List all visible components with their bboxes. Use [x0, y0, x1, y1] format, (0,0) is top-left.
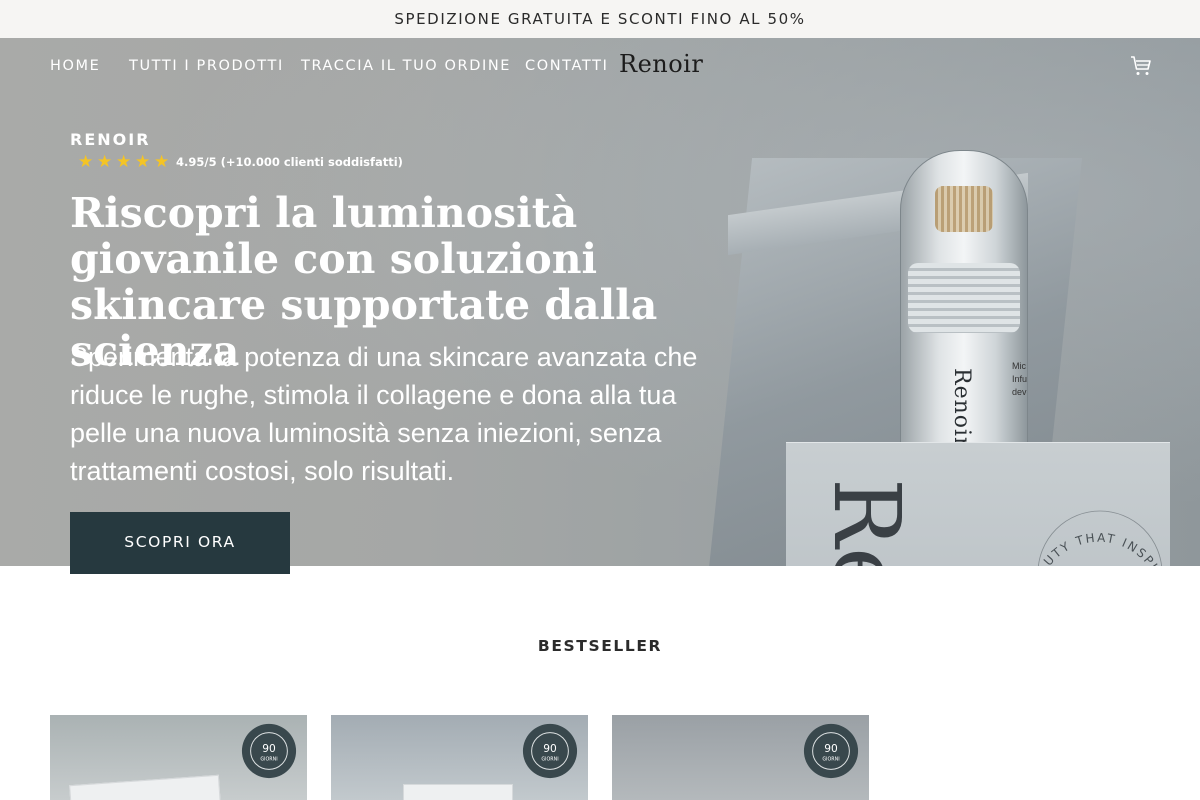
cube-brand-mark: Re	[813, 478, 920, 566]
star-icon: ★	[154, 152, 170, 171]
badge-number: 90	[543, 742, 557, 755]
badge-number: 90	[824, 742, 838, 755]
guarantee-badge-icon: 90 GIORNI	[803, 723, 859, 779]
product-image	[403, 784, 513, 800]
guarantee-badge-icon: 90 GIORNI	[522, 723, 578, 779]
discover-now-button[interactable]: SCOPRI ORA	[70, 512, 290, 574]
svg-text:ST. BEAUTY THAT INSPIRES.: ST. BEAUTY THAT INSPIRES.	[1020, 493, 1170, 566]
seal-text: ST. BEAUTY THAT INSPIRES.	[1020, 493, 1168, 566]
rating-text: 4.95/5 (+10.000 clienti soddisfatti)	[176, 155, 403, 169]
cart-icon[interactable]	[1129, 54, 1153, 78]
bestseller-title: BESTSELLER	[537, 637, 663, 655]
nav-track-order[interactable]: TRACCIA IL TUO ORDINE	[301, 58, 511, 74]
badge-word: GIORNI	[260, 757, 277, 763]
nav-contacts[interactable]: CONTATTI	[525, 58, 608, 74]
badge-word: GIORNI	[541, 757, 558, 763]
bottle-brand-label: Renoir	[949, 368, 974, 449]
star-icon: ★	[135, 152, 151, 171]
hero-brand: RENOIR	[70, 130, 151, 149]
nav-home[interactable]: HOME	[50, 58, 100, 74]
product-card[interactable]: 90 GIORNI	[50, 715, 307, 800]
announcement-text: SPEDIZIONE GRATUITA E SCONTI FINO AL 50%	[394, 10, 806, 28]
star-icon: ★	[97, 152, 113, 171]
guarantee-badge-icon: 90 GIORNI	[241, 723, 297, 779]
seal-icon: ST. BEAUTY THAT INSPIRES.	[1020, 493, 1170, 566]
badge-word: GIORNI	[822, 757, 839, 763]
site-logo[interactable]: Renoir	[619, 50, 703, 78]
product-card[interactable]: 90 GIORNI	[612, 715, 869, 800]
bottle-small-text: Mic Infu dev	[1012, 361, 1028, 397]
star-icon: ★	[78, 152, 94, 171]
product-image	[69, 774, 221, 800]
star-icon: ★	[116, 152, 132, 171]
rating-stars: ★ ★ ★ ★ ★	[78, 152, 170, 171]
bottle-microneedle-tip	[935, 186, 993, 232]
product-card[interactable]: 90 GIORNI	[331, 715, 588, 800]
hero-subheadline: Sperimenta la potenza di una skincare av…	[70, 342, 698, 486]
bottle-ring	[908, 263, 1020, 333]
rating-row: ★ ★ ★ ★ ★ 4.95/5 (+10.000 clienti soddis…	[78, 152, 403, 171]
announcement-bar: SPEDIZIONE GRATUITA E SCONTI FINO AL 50%	[0, 0, 1200, 38]
nav-all-products[interactable]: TUTTI I PRODOTTI	[129, 58, 284, 74]
badge-number: 90	[262, 742, 276, 755]
